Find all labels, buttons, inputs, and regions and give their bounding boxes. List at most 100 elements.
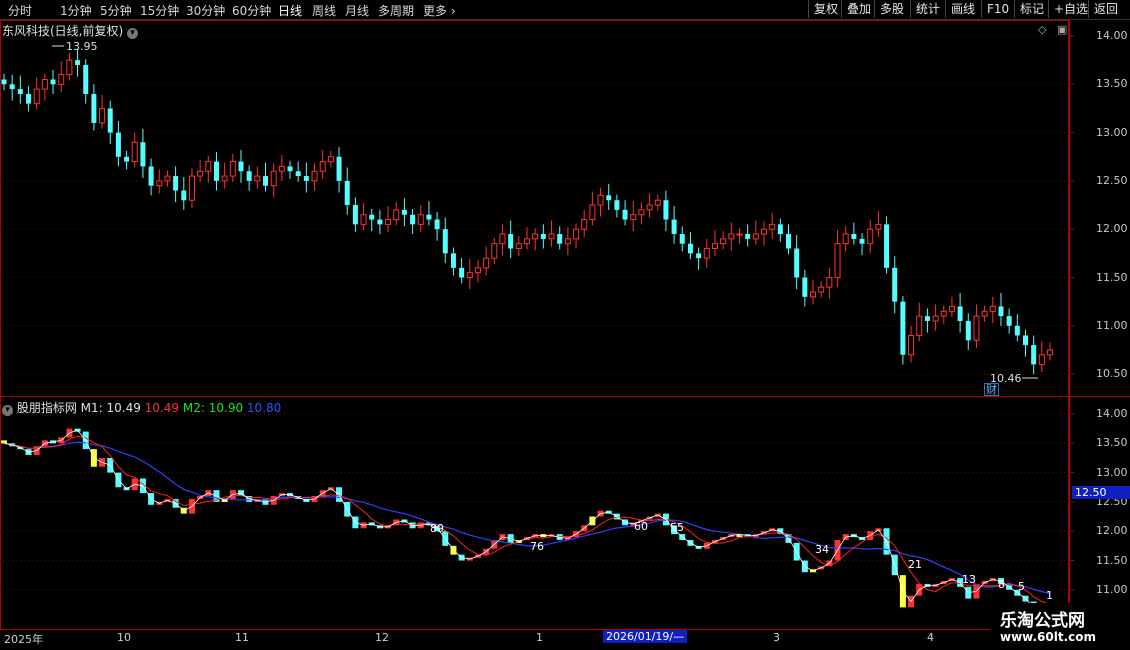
candle-body bbox=[794, 248, 800, 278]
kline-chart[interactable] bbox=[0, 0, 1130, 650]
candle-body bbox=[417, 214, 424, 225]
candle-body bbox=[515, 243, 522, 250]
dropdown-icon[interactable]: ▾ bbox=[127, 28, 139, 39]
candle-body bbox=[91, 93, 97, 123]
candle-body bbox=[483, 257, 490, 269]
finance-badge[interactable]: 财 bbox=[984, 383, 999, 396]
candle-body bbox=[197, 170, 204, 177]
candle-body bbox=[107, 108, 113, 133]
candle-body bbox=[295, 171, 301, 177]
candle-body bbox=[884, 224, 890, 268]
indicator-tick-label: 13.50 bbox=[1096, 436, 1128, 450]
date-label: 3 bbox=[773, 631, 780, 644]
candle-body bbox=[131, 141, 138, 163]
candle-body bbox=[834, 243, 841, 279]
stock-title: 东风科技(日线,前复权) bbox=[2, 24, 124, 38]
candle-body bbox=[221, 175, 228, 182]
candle-body bbox=[851, 234, 857, 239]
countdown-number: 76 bbox=[530, 540, 544, 553]
indicator-tick-label: 13.00 bbox=[1096, 465, 1128, 479]
candle-body bbox=[1006, 316, 1012, 326]
candle-body bbox=[736, 233, 743, 236]
candle-body bbox=[238, 161, 244, 172]
candle-body bbox=[728, 233, 735, 240]
price-tick-label: 10.50 bbox=[1096, 367, 1128, 381]
countdown-number: 60 bbox=[634, 520, 648, 533]
candle-body bbox=[965, 320, 971, 341]
price-tick-label: 11.00 bbox=[1096, 318, 1128, 332]
candle-body bbox=[1031, 345, 1037, 365]
candle-body bbox=[173, 176, 179, 191]
candle-body bbox=[826, 277, 833, 288]
candle-body bbox=[164, 175, 171, 182]
watermark: 乐淘公式网 www.60lt.com bbox=[990, 603, 1130, 650]
candle-body bbox=[557, 234, 563, 244]
candle-body bbox=[426, 214, 432, 220]
candle-body bbox=[124, 156, 130, 162]
candle-body bbox=[703, 248, 710, 259]
candle-body bbox=[311, 170, 318, 182]
candle-body bbox=[474, 267, 481, 274]
candle-body bbox=[75, 60, 81, 65]
window-icon[interactable]: ▣ bbox=[1057, 23, 1067, 36]
candle-body bbox=[940, 310, 947, 317]
candle-body bbox=[33, 88, 40, 105]
indicator-bar bbox=[1, 440, 7, 444]
candle-body bbox=[344, 180, 350, 206]
dropdown-icon[interactable]: ▾ bbox=[2, 405, 13, 416]
candle-body bbox=[802, 277, 808, 297]
candle-body bbox=[58, 74, 65, 85]
candle-body bbox=[1022, 335, 1028, 346]
candle-body bbox=[393, 209, 400, 221]
candle-body bbox=[450, 253, 456, 268]
price-tick-label: 12.50 bbox=[1096, 173, 1128, 187]
candle-body bbox=[83, 64, 89, 94]
candle-body bbox=[17, 89, 23, 94]
candle-body bbox=[900, 301, 906, 355]
indicator-tick-label: 11.50 bbox=[1096, 553, 1128, 567]
candle-body bbox=[205, 161, 212, 172]
candle-body bbox=[581, 219, 588, 230]
m1-extra: 10.49 bbox=[144, 401, 180, 415]
candle-body bbox=[246, 171, 252, 181]
candle-body bbox=[663, 200, 669, 220]
candle-body bbox=[769, 223, 776, 230]
candle-body bbox=[760, 228, 767, 235]
candle-body bbox=[948, 305, 955, 312]
date-label: 12 bbox=[375, 631, 389, 644]
candle-body bbox=[564, 238, 571, 245]
candle-body bbox=[466, 272, 473, 279]
candle-body bbox=[270, 170, 277, 187]
diamond-icon[interactable]: ◇ bbox=[1038, 23, 1046, 36]
candle-body bbox=[777, 224, 783, 235]
price-tick-label: 13.00 bbox=[1096, 125, 1128, 139]
indicator-tick-label: 12.00 bbox=[1096, 524, 1128, 538]
candle-body bbox=[115, 132, 121, 157]
candle-body bbox=[459, 267, 465, 278]
candle-body bbox=[303, 176, 309, 181]
candle-body bbox=[50, 79, 56, 85]
candle-body bbox=[924, 316, 930, 321]
candle-body bbox=[9, 84, 15, 90]
price-tick-label: 11.50 bbox=[1096, 270, 1128, 284]
candle-body bbox=[711, 243, 718, 250]
date-label: 10 bbox=[117, 631, 131, 644]
candle-body bbox=[867, 228, 874, 245]
indicator-series bbox=[1, 428, 1053, 614]
countdown-number: 89 bbox=[430, 522, 444, 535]
indicator-tick-label: 14.00 bbox=[1096, 407, 1128, 420]
candle-body bbox=[638, 209, 645, 216]
candle-body bbox=[41, 78, 48, 90]
candle-body bbox=[606, 195, 612, 201]
price-tick-label: 13.50 bbox=[1096, 77, 1128, 91]
candle-body bbox=[720, 238, 727, 245]
candle-body bbox=[842, 233, 849, 245]
price-tick-label: 12.00 bbox=[1096, 222, 1128, 236]
candle-body bbox=[99, 107, 106, 124]
price-tick-label: 14.00 bbox=[1096, 29, 1128, 42]
candle-body bbox=[786, 234, 791, 249]
candle-body bbox=[654, 199, 661, 206]
watermark-title: 乐淘公式网 bbox=[1000, 611, 1085, 631]
candle-body bbox=[188, 175, 195, 201]
candle-body bbox=[957, 306, 963, 321]
